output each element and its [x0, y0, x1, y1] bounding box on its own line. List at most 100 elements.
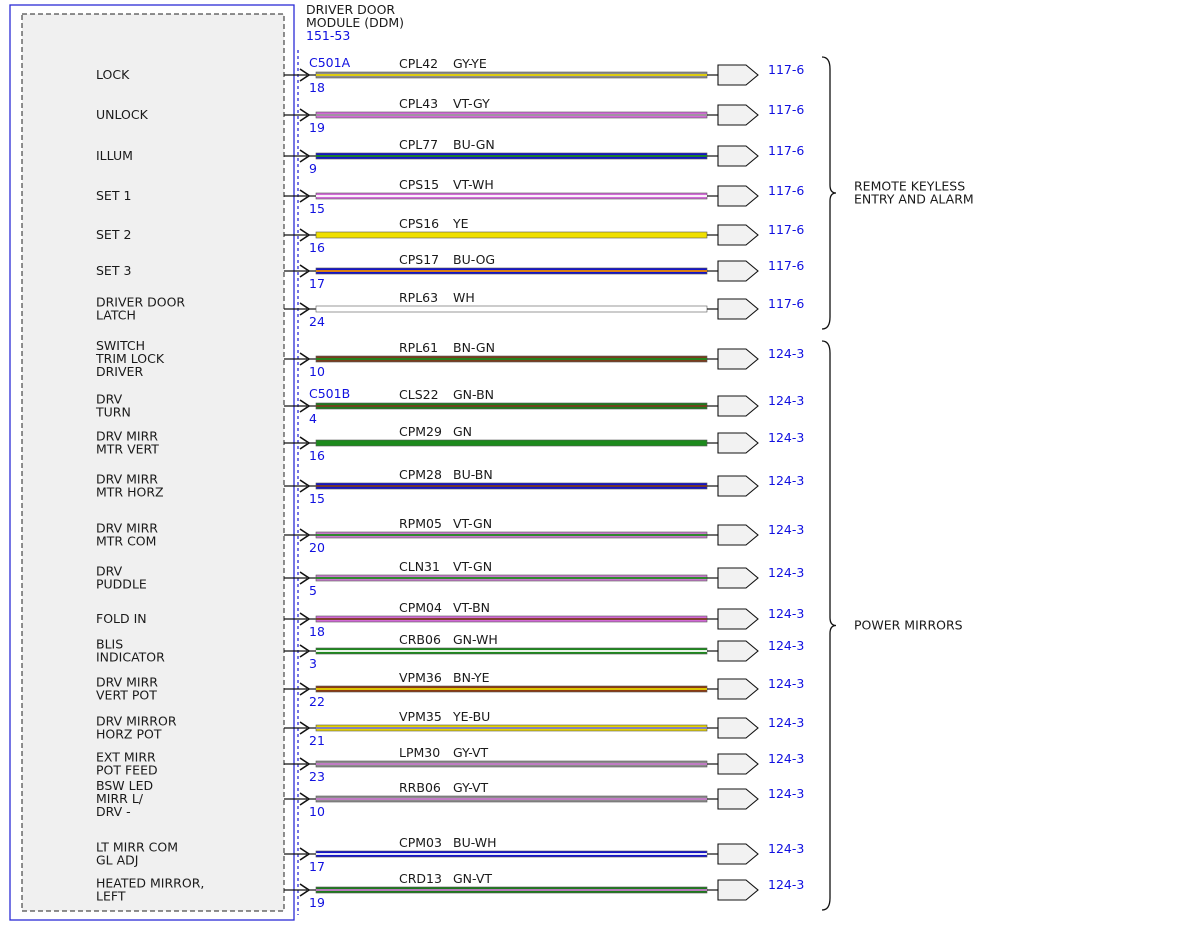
- page-reference: 117-6: [768, 222, 804, 237]
- pin-label: PUDDLE: [96, 577, 147, 592]
- page-reference: 124-3: [768, 841, 804, 856]
- wire-stripe: [316, 618, 707, 620]
- wire-stripe: [316, 195, 707, 197]
- page-reference: 124-3: [768, 430, 804, 445]
- pin-label: MTR HORZ: [96, 485, 164, 500]
- page-reference: 124-3: [768, 676, 804, 691]
- wire-stripe: [316, 577, 707, 579]
- page-reference-flag-icon: [717, 717, 759, 739]
- pin-label: MTR VERT: [96, 442, 159, 457]
- page-reference: 124-3: [768, 565, 804, 580]
- page-reference-flag-icon: [717, 879, 759, 901]
- wire-stripe: [316, 155, 707, 157]
- wire: [315, 231, 708, 239]
- circuit-id: RPL63: [399, 290, 438, 305]
- pin-label: DRV -: [96, 804, 131, 819]
- pin-number: 17: [309, 276, 325, 291]
- connector-label: C501B: [309, 386, 350, 401]
- wire-color-code: BN-GN: [453, 340, 495, 355]
- page-reference-flag-icon: [717, 475, 759, 497]
- pin-label: INDICATOR: [96, 650, 165, 665]
- wire: [315, 439, 708, 447]
- wire-stripe: [316, 358, 707, 360]
- page-reference-flag-icon: [717, 224, 759, 246]
- circuit-groups: REMOTE KEYLESSENTRY AND ALARM POWER MIRRO…: [821, 56, 974, 911]
- pin-number: 9: [309, 161, 317, 176]
- wire-color-code: BN-YE: [453, 670, 490, 685]
- group-label: POWER MIRRORS: [854, 618, 963, 633]
- pin-label: POT FEED: [96, 763, 158, 778]
- page-reference-flag-icon: [717, 145, 759, 167]
- pin-label: LEFT: [96, 889, 126, 904]
- page-reference-flag-icon: [717, 608, 759, 630]
- wire-color-code: WH: [453, 290, 475, 305]
- pin-label: DRIVER: [96, 364, 143, 379]
- page-reference-flag-icon: [717, 432, 759, 454]
- pin-number: 16: [309, 240, 325, 255]
- page-reference: 117-6: [768, 62, 804, 77]
- pin-number: 19: [309, 120, 325, 135]
- circuit-id: RPM05: [399, 516, 442, 531]
- group-brace-icon: [821, 340, 837, 911]
- pin-number: 10: [309, 364, 325, 379]
- circuit-id: VPM36: [399, 670, 442, 685]
- group: REMOTE KEYLESSENTRY AND ALARM: [821, 56, 974, 330]
- circuit-id: CPS15: [399, 177, 439, 192]
- pin-label: SET 2: [96, 227, 131, 242]
- pin-number: 10: [309, 804, 325, 819]
- wire-color-code: GN-WH: [453, 632, 498, 647]
- pin-label: UNLOCK: [96, 107, 149, 122]
- group-brace-icon: [821, 56, 837, 330]
- page-reference-flag-icon: [717, 104, 759, 126]
- pin-number: 15: [309, 201, 325, 216]
- pin-number: 17: [309, 859, 325, 874]
- wire-color-code: BU-BN: [453, 467, 493, 482]
- page-reference-flag-icon: [717, 753, 759, 775]
- pin-label: SET 1: [96, 188, 131, 203]
- pin-number: 18: [309, 624, 325, 639]
- wire-color-code: BU-GN: [453, 137, 495, 152]
- wire-color-code: GN-VT: [453, 871, 492, 886]
- wire-color-code: VT-GN: [453, 516, 492, 531]
- page-reference-flag-icon: [717, 640, 759, 662]
- wire-color-code: GN-BN: [453, 387, 494, 402]
- wire-color-code: BU-WH: [453, 835, 497, 850]
- wire-stripe: [316, 405, 707, 407]
- page-reference: 117-6: [768, 296, 804, 311]
- circuit-id: CPL42: [399, 56, 438, 71]
- circuit-id: RRB06: [399, 780, 441, 795]
- page-reference: 117-6: [768, 258, 804, 273]
- page-reference-flag-icon: [717, 843, 759, 865]
- page-reference-flag-icon: [717, 567, 759, 589]
- page-reference: 124-3: [768, 473, 804, 488]
- wire-color-code: VT-GY: [453, 96, 490, 111]
- pin-label: TURN: [95, 405, 131, 420]
- pin-number: 16: [309, 448, 325, 463]
- wire-stripe: [316, 534, 707, 536]
- page-reference: 124-3: [768, 877, 804, 892]
- circuit-id: CPL77: [399, 137, 438, 152]
- page-reference: 124-3: [768, 522, 804, 537]
- pin-label: ILLUM: [96, 148, 133, 163]
- circuit-id: CRB06: [399, 632, 441, 647]
- circuit-id: LPM30: [399, 745, 440, 760]
- page-reference: 124-3: [768, 393, 804, 408]
- pin-number: 22: [309, 694, 325, 709]
- module-code: 151-53: [306, 28, 350, 43]
- pin-number: 5: [309, 583, 317, 598]
- page-reference-flag-icon: [717, 260, 759, 282]
- wire-stripe: [316, 763, 707, 765]
- page-reference: 117-6: [768, 102, 804, 117]
- circuit-id: CPM28: [399, 467, 442, 482]
- circuit-id: CRD13: [399, 871, 442, 886]
- pin-number: 20: [309, 540, 325, 555]
- page-reference-flag-icon: [717, 348, 759, 370]
- wire-color-code: VT-GN: [453, 559, 492, 574]
- wire-stripe: [316, 74, 707, 76]
- page-reference: 124-3: [768, 751, 804, 766]
- pin-label: MTR COM: [96, 534, 156, 549]
- wire-stripe: [316, 270, 707, 272]
- pin-label: SET 3: [96, 263, 131, 278]
- pin-number: 3: [309, 656, 317, 671]
- page-reference-flag-icon: [717, 524, 759, 546]
